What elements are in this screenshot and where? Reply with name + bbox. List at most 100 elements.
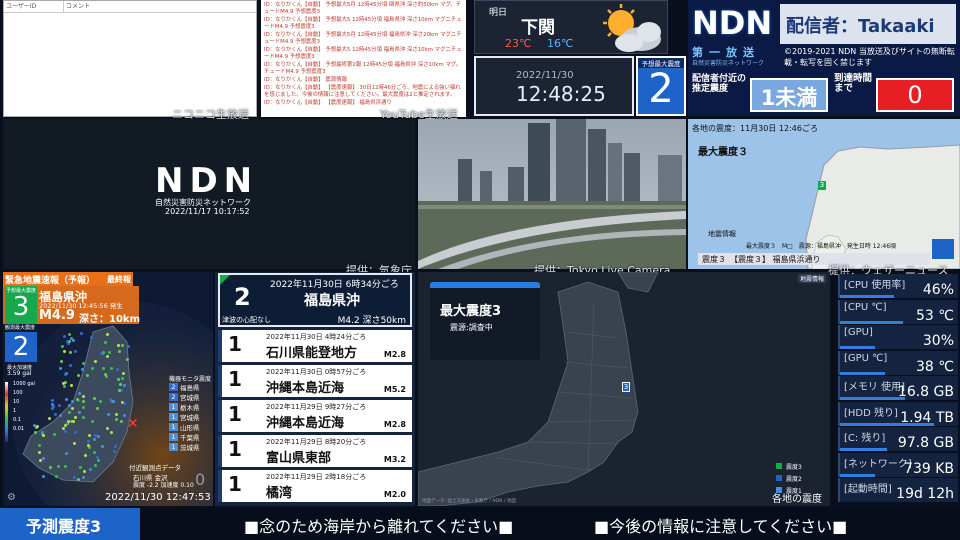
station-dot [68, 403, 71, 407]
ndn-video-date: 2022/11/17 10:17:52 [165, 207, 250, 216]
eew-header: 緊急地震速報（予報） 最終報 [3, 272, 133, 286]
station-dot [83, 454, 87, 458]
station-dot [96, 434, 100, 438]
eew-depth: 深さ：10km [79, 314, 140, 325]
niconico-comment-panel: ユーザーID コメント [3, 0, 257, 117]
station-dot [123, 384, 127, 387]
ndn-video-logo: NDN [155, 161, 259, 201]
station-dot [121, 343, 125, 347]
quake-row-place: 橘湾 [266, 486, 293, 501]
eew-bottom-num: 0 [195, 470, 206, 489]
jma-map-title: 各地の震度：11月30日 12:46ごろ [692, 124, 818, 133]
station-dot [80, 368, 84, 372]
station-dot [66, 339, 70, 343]
eew-observed-value: 2 [12, 332, 30, 362]
weather-high: 23℃ [505, 37, 532, 50]
station-dot [91, 366, 94, 370]
weather-day-label: 明日 [489, 8, 508, 18]
quake-history-row[interactable]: 1 2022年11月29日 8時20分ごろ 富山県東部 M3.2 [218, 435, 412, 467]
station-dot [95, 406, 99, 410]
ticker-msg-2: ■今後の情報に注意してください■ [594, 517, 848, 536]
eew-magnitude: M4.9 [39, 308, 75, 323]
stat-value: 53 ℃ [916, 307, 954, 324]
niconico-header: ユーザーID コメント [4, 1, 256, 13]
monitor-int: 1 [169, 433, 178, 441]
station-dot [41, 456, 45, 460]
quake-history-row[interactable]: 1 2022年11月30日 0時57分ごろ 沖縄本島近海 M5.2 [218, 365, 412, 397]
station-dot [90, 336, 94, 340]
station-dot [78, 466, 82, 470]
station-dot [64, 397, 68, 401]
ndn-logo: NDN [692, 4, 773, 42]
station-dot [70, 399, 74, 403]
stat-value: 739 KB [904, 460, 954, 477]
station-dot [100, 444, 104, 448]
quake-history-row[interactable]: 1 2022年11月30日 4時24分ごろ 石川県能登地方 M2.8 [218, 330, 412, 362]
youtube-comment: ID：なりかくん【自動】 予想最大5 12時45分頃 福島県沖 深さ10km マ… [264, 47, 462, 60]
arrival-box: 0 [876, 78, 954, 112]
station-dot [105, 333, 109, 337]
monitor-place: 栃木県 [180, 404, 200, 412]
stat-bar [840, 473, 876, 477]
stat-value: 38 ℃ [916, 358, 954, 375]
monitor-int: 2 [169, 383, 178, 391]
station-dot [70, 407, 74, 411]
station-dot [67, 333, 71, 337]
stat-item: [メモリ 使用] 16.8 GB [838, 376, 958, 400]
main-map-credit: 地図データ: 国土交通省・気象庁 / NDN / 地図 [422, 499, 516, 504]
stat-item: [HDD 残り] 1.94 TB [838, 401, 958, 426]
station-dot [76, 477, 80, 481]
station-dot [101, 366, 105, 370]
eew-bottom-label: 付近観測点データ [129, 464, 181, 472]
station-dot [122, 372, 126, 375]
monitor-item: 1 宮城県 [169, 412, 209, 422]
main-map-info-box: 最大震度3 震源:調査中 [430, 282, 540, 360]
station-dot [72, 475, 76, 479]
station-dot [81, 362, 85, 365]
monitor-item: 1 栃木県 [169, 402, 209, 412]
latest-quake-tsunami: 津波の心配なし [222, 316, 271, 324]
main-map-title: 最大震度3 [440, 304, 502, 319]
scale-label: 0.1 [13, 417, 21, 423]
station-dot [107, 412, 111, 416]
quake-row-place: 富山県東部 [266, 451, 332, 466]
ndn-sub-logo-2: 自然災害防災ネットワーク [692, 60, 765, 67]
monitor-item: 1 千葉県 [169, 432, 209, 442]
station-dot [88, 434, 92, 438]
quake-row-mag: M2.0 [383, 490, 406, 499]
quake-row-mag: M2.8 [383, 420, 406, 429]
legend-int2: 震度2 [786, 476, 802, 483]
jma-max-label: 最大震度３ [698, 147, 748, 158]
stat-label: [GPU] [844, 327, 873, 338]
stat-value: 16.8 GB [897, 384, 954, 400]
ticker-left-box: 予測震度3 [0, 508, 140, 540]
quake-row-place: 沖縄本島近海 [266, 416, 345, 431]
latest-quake-place: 福島県沖 [304, 293, 360, 309]
quake-row-time: 2022年11月30日 4時24分ごろ [266, 333, 367, 341]
jma-marker: 3 [818, 181, 826, 190]
station-dot [62, 334, 66, 338]
stat-value: 46% [922, 282, 954, 298]
station-dot [77, 373, 81, 377]
station-dot [81, 476, 85, 480]
station-dot [119, 420, 123, 424]
station-dot [64, 373, 68, 377]
quake-history-row[interactable]: 1 2022年11月29日 9時27分ごろ 沖縄本島近海 M2.8 [218, 400, 412, 432]
youtube-comment-panel: ID：なりかくん【自動】 予想最大5月 12時45分頃 関県沖 深さ約50km … [261, 0, 466, 117]
stat-item: [CPU ℃] 53 ℃ [838, 299, 958, 324]
station-dot [57, 465, 61, 469]
settings-gear-icon[interactable]: ⚙ [7, 492, 16, 503]
eew-scale-bar [5, 382, 8, 442]
quake-row-place: 石川県能登地方 [266, 346, 358, 361]
stat-item: [GPU ℃] 38 ℃ [838, 350, 958, 375]
station-dot [62, 426, 66, 430]
stat-label: [CPU ℃] [844, 301, 887, 313]
station-dot [114, 413, 118, 416]
station-dot [81, 394, 85, 398]
stat-item: [GPU] 30% [838, 325, 958, 349]
stat-item: [C: 残り] 97.8 GB [838, 427, 958, 451]
legend-int3: 震度3 [786, 464, 802, 471]
station-dot [90, 420, 94, 423]
station-dot [103, 341, 107, 345]
quake-history-row[interactable]: 1 2022年11月29日 2時18分ごろ 橘湾 M2.0 [218, 470, 412, 502]
